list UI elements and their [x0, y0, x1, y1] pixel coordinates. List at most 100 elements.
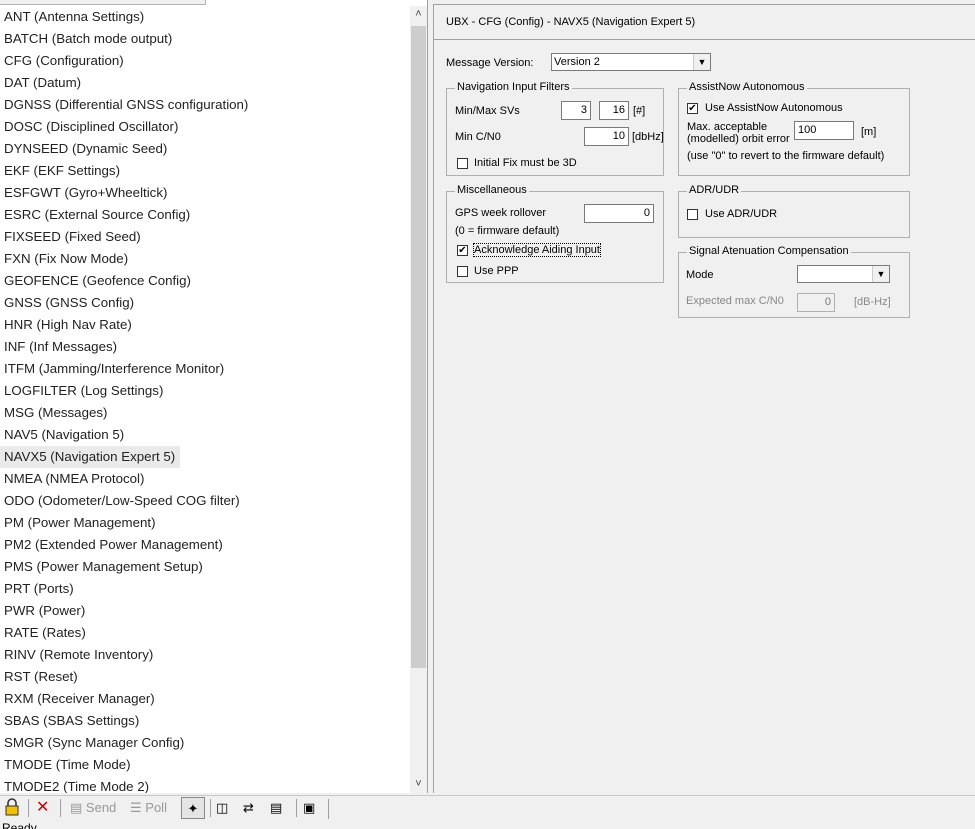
gps-week-rollover-label: GPS week rollover [455, 207, 547, 219]
poll-label: Poll [145, 800, 167, 815]
group-title: Navigation Input Filters [455, 81, 572, 93]
config-panel: UBX - CFG (Config) - NAVX5 (Navigation E… [433, 4, 975, 793]
expected-max-cno-input[interactable]: 0 [797, 293, 835, 312]
send-label: Send [85, 800, 117, 815]
initial-fix-3d-checkbox[interactable] [457, 158, 468, 169]
mode-select[interactable]: ▼ [797, 265, 890, 283]
message-list[interactable]: ANT (Antenna Settings) BATCH (Batch mode … [0, 6, 410, 793]
delete-x-icon[interactable]: ✕ [36, 797, 54, 819]
acknowledge-aiding-label: Acknowledge Aiding Input [473, 243, 601, 257]
message-list-item[interactable]: ESRC (External Source Config) [0, 204, 410, 226]
toolbar-separator [210, 799, 211, 817]
message-list-item[interactable]: NAVX5 (Navigation Expert 5) [0, 446, 180, 468]
save-to-file-icon[interactable]: ▤ [270, 797, 282, 819]
group-title: ADR/UDR [687, 184, 742, 196]
orbit-error-label-line2: (modelled) orbit error [687, 133, 790, 145]
message-list-item[interactable]: ODO (Odometer/Low-Speed COG filter) [0, 490, 410, 512]
use-assistnow-checkbox[interactable]: ✔ [687, 103, 698, 114]
dropdown-arrow-icon[interactable]: ▼ [693, 54, 710, 70]
message-list-item[interactable]: FIXSEED (Fixed Seed) [0, 226, 410, 248]
scroll-down-icon[interactable]: ˅ [410, 776, 427, 793]
message-list-item[interactable]: HNR (High Nav Rate) [0, 314, 410, 336]
toolbar-separator [60, 799, 61, 817]
message-list-item[interactable]: SMGR (Sync Manager Config) [0, 732, 410, 754]
use-ppp-checkbox[interactable] [457, 266, 468, 277]
miscellaneous-group: Miscellaneous GPS week rollover 0 (0 = f… [446, 184, 664, 283]
panel-title: UBX - CFG (Config) - NAVX5 (Navigation E… [446, 16, 696, 28]
group-title: Signal Atenuation Compensation [687, 245, 851, 257]
toolbar-separator [328, 799, 329, 819]
message-list-item[interactable]: ITFM (Jamming/Interference Monitor) [0, 358, 410, 380]
bottom-toolbar: ✕ ▤ Send ☰ Poll ✦ ◫ ⇄ ▤ ▣ [0, 795, 975, 819]
message-list-item[interactable]: RATE (Rates) [0, 622, 410, 644]
message-list-item[interactable]: PWR (Power) [0, 600, 410, 622]
message-list-item[interactable]: TMODE2 (Time Mode 2) [0, 776, 410, 793]
message-list-item[interactable]: LOGFILTER (Log Settings) [0, 380, 410, 402]
message-list-item[interactable]: DOSC (Disciplined Oscillator) [0, 116, 410, 138]
message-version-label: Message Version: [446, 57, 534, 69]
min-cno-input[interactable]: 10 [584, 127, 629, 146]
assistnow-group: AssistNow Autonomous ✔ Use AssistNow Aut… [678, 81, 910, 176]
send-icon: ▤ [70, 800, 83, 815]
scroll-up-icon[interactable]: ˄ [410, 6, 427, 23]
message-list-item[interactable]: EKF (EKF Settings) [0, 160, 410, 182]
minmax-svs-label: Min/Max SVs [455, 105, 520, 117]
poll-icon: ☰ [130, 800, 142, 815]
firmware-default-hint: (use "0" to revert to the firmware defau… [687, 150, 885, 162]
message-list-item[interactable]: GEOFENCE (Geofence Config) [0, 270, 410, 292]
load-from-file-icon[interactable]: ⇄ [243, 797, 254, 819]
status-bar: Ready [0, 819, 975, 829]
min-cno-label: Min C/N0 [455, 131, 501, 143]
message-list-item[interactable]: RINV (Remote Inventory) [0, 644, 410, 666]
message-list-item[interactable]: ANT (Antenna Settings) [0, 6, 410, 28]
message-list-item[interactable]: MSG (Messages) [0, 402, 410, 424]
gps-week-rollover-input[interactable]: 0 [584, 204, 654, 223]
message-list-item[interactable]: NAV5 (Navigation 5) [0, 424, 410, 446]
message-list-item[interactable]: BATCH (Batch mode output) [0, 28, 410, 50]
lock-icon[interactable] [3, 797, 23, 819]
message-list-item[interactable]: PM2 (Extended Power Management) [0, 534, 410, 556]
orbit-error-input[interactable]: 100 [794, 121, 854, 140]
nav-input-filters-group: Navigation Input Filters Min/Max SVs 3 1… [446, 81, 664, 176]
acknowledge-aiding-checkbox[interactable]: ✔ [457, 245, 468, 256]
scrollbar-thumb[interactable] [411, 26, 426, 668]
message-list-item[interactable]: RXM (Receiver Manager) [0, 688, 410, 710]
message-list-item[interactable]: TMODE (Time Mode) [0, 754, 410, 776]
max-svs-input[interactable]: 16 [599, 101, 629, 120]
signal-attenuation-group: Signal Atenuation Compensation Mode ▼ Ex… [678, 245, 910, 318]
message-list-item[interactable]: DGNSS (Differential GNSS configuration) [0, 94, 410, 116]
rollover-hint: (0 = firmware default) [455, 225, 560, 237]
message-list-item[interactable]: RST (Reset) [0, 666, 410, 688]
status-text: Ready [2, 821, 37, 829]
poll-button[interactable]: ☰ Poll [130, 797, 167, 819]
use-adr-udr-checkbox[interactable] [687, 209, 698, 220]
message-list-item[interactable]: PM (Power Management) [0, 512, 410, 534]
use-adr-udr-label: Use ADR/UDR [705, 208, 778, 220]
min-svs-input[interactable]: 3 [561, 101, 591, 120]
message-version-select[interactable]: Version 2 ▼ [551, 53, 711, 71]
dropdown-arrow-icon[interactable]: ▼ [872, 266, 889, 282]
send-button[interactable]: ▤ Send [70, 797, 116, 819]
message-list-item[interactable]: DAT (Datum) [0, 72, 410, 94]
message-list-item[interactable]: CFG (Configuration) [0, 50, 410, 72]
message-list-item[interactable]: GNSS (GNSS Config) [0, 292, 410, 314]
message-list-item[interactable]: NMEA (NMEA Protocol) [0, 468, 410, 490]
message-list-item[interactable]: DYNSEED (Dynamic Seed) [0, 138, 410, 160]
message-list-item[interactable]: INF (Inf Messages) [0, 336, 410, 358]
message-version-value: Version 2 [554, 56, 600, 68]
auto-poll-wand-icon[interactable]: ✦ [181, 797, 205, 819]
message-list-pane: ANT (Antenna Settings) BATCH (Batch mode … [0, 0, 428, 793]
mode-label: Mode [686, 269, 714, 281]
message-list-item[interactable]: FXN (Fix Now Mode) [0, 248, 410, 270]
copy-to-clipboard-icon[interactable]: ◫ [216, 797, 228, 819]
message-list-item[interactable]: SBAS (SBAS Settings) [0, 710, 410, 732]
message-list-item[interactable]: ESFGWT (Gyro+Wheeltick) [0, 182, 410, 204]
message-list-item[interactable]: PMS (Power Management Setup) [0, 556, 410, 578]
expected-max-cno-label: Expected max C/N0 [686, 295, 784, 307]
list-vertical-scrollbar[interactable]: ˄ ˅ [410, 6, 427, 793]
binoculars-icon[interactable]: ▣ [303, 797, 315, 819]
initial-fix-3d-label: Initial Fix must be 3D [474, 157, 577, 169]
message-list-item[interactable]: PRT (Ports) [0, 578, 410, 600]
svs-unit: [#] [633, 105, 646, 117]
tab-strip-edge [0, 0, 206, 5]
